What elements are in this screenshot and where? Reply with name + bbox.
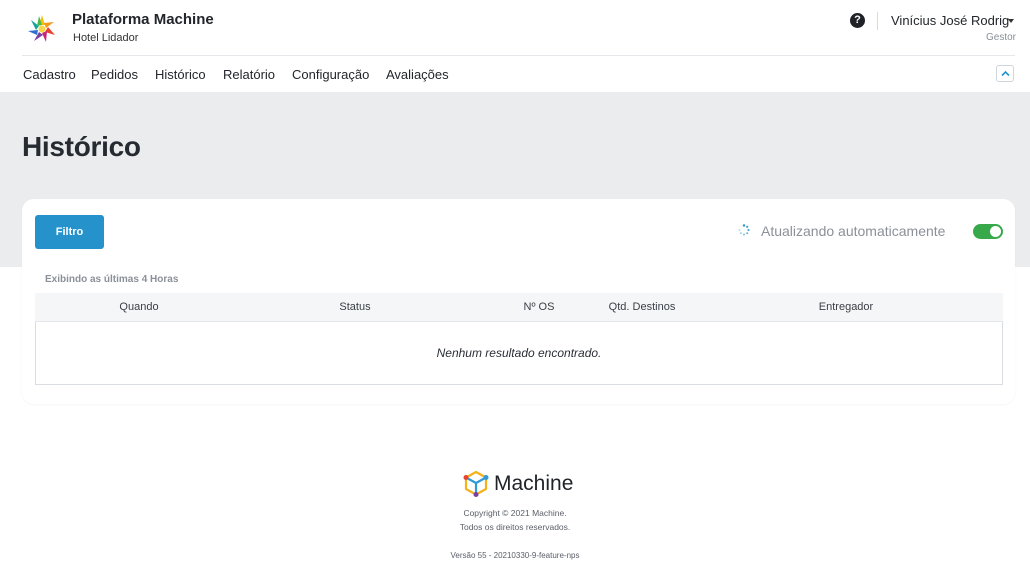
- auto-refresh-toggle[interactable]: [973, 224, 1003, 239]
- table-body: Nenhum resultado encontrado.: [35, 321, 1003, 385]
- nav-item-cadastro[interactable]: Cadastro: [23, 67, 76, 82]
- nav-item-avaliacoes[interactable]: Avaliações: [386, 67, 449, 82]
- version-text: Versão 55 - 20210330-9-feature-nps: [450, 551, 580, 560]
- footer-brand: Machine: [494, 472, 574, 495]
- column-header-status[interactable]: Status: [339, 301, 370, 313]
- column-header-numero-os[interactable]: Nº OS: [524, 301, 555, 313]
- brand-title: Plataforma Machine: [72, 11, 214, 28]
- nav-item-relatorio[interactable]: Relatório: [223, 67, 275, 82]
- filter-button[interactable]: Filtro: [35, 215, 104, 249]
- rights-text: Todos os direitos reservados.: [459, 522, 571, 532]
- toggle-knob: [990, 226, 1001, 237]
- column-header-qtd-destinos[interactable]: Qtd. Destinos: [609, 301, 676, 313]
- brand-subtitle: Hotel Lidador: [73, 32, 139, 44]
- time-range-label: Exibindo as últimas 4 Horas: [45, 274, 179, 285]
- nav-item-configuracao[interactable]: Configuração: [292, 67, 369, 82]
- page-title: Histórico: [22, 131, 141, 162]
- nav-item-historico[interactable]: Histórico: [155, 67, 206, 82]
- question-circle-icon[interactable]: ?: [850, 13, 865, 28]
- chevron-up-icon: [1001, 70, 1010, 77]
- table-header: Quando Status Nº OS Qtd. Destinos Entreg…: [35, 293, 1003, 321]
- brand-logo-icon[interactable]: [27, 14, 57, 44]
- machine-logo-icon: [463, 470, 489, 497]
- main-nav: Cadastro Pedidos Histórico Relatório Con…: [0, 56, 1030, 92]
- column-header-entregador[interactable]: Entregador: [819, 301, 873, 313]
- copyright-text: Copyright © 2021 Machine.: [463, 508, 567, 518]
- user-menu-name[interactable]: Vinícius José Rodrig: [891, 13, 1009, 28]
- top-header: Plataforma Machine Hotel Lidador ? Viníc…: [0, 0, 1030, 56]
- user-role: Gestor: [985, 32, 1016, 43]
- history-card: Filtro Atualizando automaticamente Exibi…: [22, 199, 1015, 404]
- loading-spinner-icon: [738, 224, 750, 236]
- header-divider: [877, 12, 878, 30]
- column-header-quando[interactable]: Quando: [119, 301, 158, 313]
- auto-refresh-label: Atualizando automaticamente: [761, 223, 946, 239]
- caret-down-icon[interactable]: [1008, 19, 1014, 23]
- collapse-nav-button[interactable]: [996, 65, 1014, 82]
- nav-item-pedidos[interactable]: Pedidos: [91, 67, 138, 82]
- empty-state-message: Nenhum resultado encontrado.: [436, 346, 602, 360]
